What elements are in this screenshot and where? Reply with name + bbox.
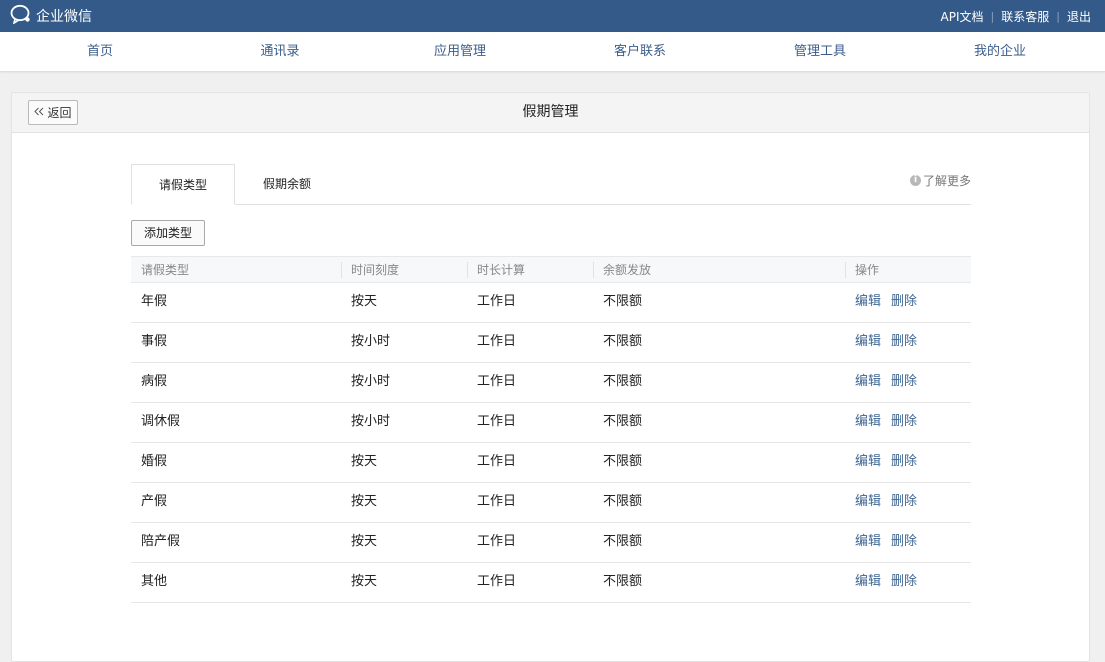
duration-calc-cell: 工作日 <box>477 334 517 349</box>
balance-cell: 不限额 <box>603 334 643 349</box>
table-row: 年假 按天 工作日 不限额 编辑 删除 <box>131 283 971 323</box>
divider: | <box>1056 9 1060 23</box>
edit-link[interactable]: 编辑 <box>855 403 881 442</box>
delete-link[interactable]: 删除 <box>891 443 917 482</box>
table-row: 陪产假 按天 工作日 不限额 编辑 删除 <box>131 523 971 563</box>
learn-more-label: 了解更多 <box>922 174 971 188</box>
nav-home[interactable]: 首页 <box>40 32 160 72</box>
api-docs-link[interactable]: API文档 <box>941 8 984 25</box>
card-header: 假期管理 返回 <box>12 93 1089 133</box>
info-icon: i <box>909 175 921 186</box>
back-button[interactable]: 返回 <box>28 100 78 125</box>
balance-cell: 不限额 <box>603 374 643 389</box>
table-row: 病假 按小时 工作日 不限额 编辑 删除 <box>131 363 971 403</box>
delete-link[interactable]: 删除 <box>891 483 917 522</box>
nav-app-management[interactable]: 应用管理 <box>400 32 520 72</box>
delete-link[interactable]: 删除 <box>891 523 917 562</box>
delete-link[interactable]: 删除 <box>891 563 917 602</box>
time-scale-cell: 按天 <box>351 454 378 469</box>
duration-calc-cell: 工作日 <box>477 414 517 429</box>
tab-bar: 请假类型 假期余额 i 了解更多 <box>131 164 971 205</box>
leave-type-cell: 事假 <box>141 334 168 349</box>
table-row: 婚假 按天 工作日 不限额 编辑 删除 <box>131 443 971 483</box>
top-links: API文档 | 联系客服 | 退出 <box>941 0 1091 32</box>
delete-link[interactable]: 删除 <box>891 403 917 442</box>
leave-type-cell: 陪产假 <box>141 534 181 549</box>
learn-more-link[interactable]: i 了解更多 <box>909 172 971 189</box>
edit-link[interactable]: 编辑 <box>855 523 881 562</box>
main-nav: 首页 通讯录 应用管理 客户联系 管理工具 我的企业 <box>0 32 1105 72</box>
back-label: 返回 <box>47 106 72 120</box>
top-bar: 企业微信 API文档 | 联系客服 | 退出 <box>0 0 1105 32</box>
leave-type-cell: 年假 <box>141 294 168 309</box>
leave-type-cell: 调休假 <box>141 414 181 429</box>
page-title: 假期管理 <box>522 104 579 120</box>
balance-cell: 不限额 <box>603 574 643 589</box>
content-card: 假期管理 返回 请假类型 假期余额 i 了解更多 添加类型 请假类型 时间刻度 … <box>11 92 1090 662</box>
table-row: 其他 按天 工作日 不限额 编辑 删除 <box>131 563 971 603</box>
leave-type-cell: 其他 <box>141 574 168 589</box>
balance-cell: 不限额 <box>603 534 643 549</box>
balance-cell: 不限额 <box>603 454 643 469</box>
logo[interactable]: 企业微信 <box>10 4 92 28</box>
delete-link[interactable]: 删除 <box>891 323 917 362</box>
time-scale-cell: 按天 <box>351 574 378 589</box>
duration-calc-cell: 工作日 <box>477 574 517 589</box>
column-header: 请假类型 <box>141 263 190 277</box>
wecom-logo-icon <box>10 4 32 28</box>
edit-link[interactable]: 编辑 <box>855 363 881 402</box>
balance-cell: 不限额 <box>603 494 643 509</box>
nav-customer-contact[interactable]: 客户联系 <box>580 32 700 72</box>
edit-link[interactable]: 编辑 <box>855 323 881 362</box>
time-scale-cell: 按天 <box>351 294 378 309</box>
delete-link[interactable]: 删除 <box>891 283 917 322</box>
nav-management-tools[interactable]: 管理工具 <box>760 32 880 72</box>
contact-support-link[interactable]: 联系客服 <box>1001 8 1049 25</box>
table-header: 请假类型 时间刻度 时长计算 余额发放 操作 <box>131 256 971 283</box>
edit-link[interactable]: 编辑 <box>855 483 881 522</box>
column-header: 时间刻度 <box>341 257 399 283</box>
logout-link[interactable]: 退出 <box>1067 8 1091 25</box>
leave-type-table: 请假类型 时间刻度 时长计算 余额发放 操作 年假 按天 工作日 不限额 编辑 删除 事假按… <box>131 256 971 603</box>
time-scale-cell: 按小时 <box>351 374 391 389</box>
duration-calc-cell: 工作日 <box>477 454 517 469</box>
table-row: 调休假 按小时 工作日 不限额 编辑 删除 <box>131 403 971 443</box>
edit-link[interactable]: 编辑 <box>855 283 881 322</box>
duration-calc-cell: 工作日 <box>477 534 517 549</box>
table-row: 产假 按天 工作日 不限额 编辑 删除 <box>131 483 971 523</box>
column-header: 时长计算 <box>467 257 525 283</box>
leave-type-cell: 产假 <box>141 494 168 509</box>
table-row: 事假 按小时 工作日 不限额 编辑 删除 <box>131 323 971 363</box>
logo-text: 企业微信 <box>36 9 92 25</box>
time-scale-cell: 按小时 <box>351 334 391 349</box>
column-header: 余额发放 <box>593 257 651 283</box>
time-scale-cell: 按天 <box>351 534 378 549</box>
tab-leave-balance[interactable]: 假期余额 <box>235 164 339 205</box>
double-chevron-left-icon <box>34 106 44 119</box>
duration-calc-cell: 工作日 <box>477 294 517 309</box>
nav-contacts[interactable]: 通讯录 <box>220 32 340 72</box>
add-type-button[interactable]: 添加类型 <box>131 220 205 246</box>
leave-type-cell: 婚假 <box>141 454 168 469</box>
duration-calc-cell: 工作日 <box>477 374 517 389</box>
table-body: 年假 按天 工作日 不限额 编辑 删除 事假 按小时 工作日 不限额 编辑 删除 病假 按小时 工作日 不限额… <box>131 283 971 603</box>
time-scale-cell: 按天 <box>351 494 378 509</box>
delete-link[interactable]: 删除 <box>891 363 917 402</box>
edit-link[interactable]: 编辑 <box>855 563 881 602</box>
tab-leave-types[interactable]: 请假类型 <box>131 164 235 205</box>
balance-cell: 不限额 <box>603 294 643 309</box>
duration-calc-cell: 工作日 <box>477 494 517 509</box>
balance-cell: 不限额 <box>603 414 643 429</box>
nav-my-enterprise[interactable]: 我的企业 <box>940 32 1060 72</box>
column-header: 操作 <box>845 257 879 283</box>
edit-link[interactable]: 编辑 <box>855 443 881 482</box>
divider: | <box>990 9 995 23</box>
leave-type-cell: 病假 <box>141 374 168 389</box>
time-scale-cell: 按小时 <box>351 414 391 429</box>
